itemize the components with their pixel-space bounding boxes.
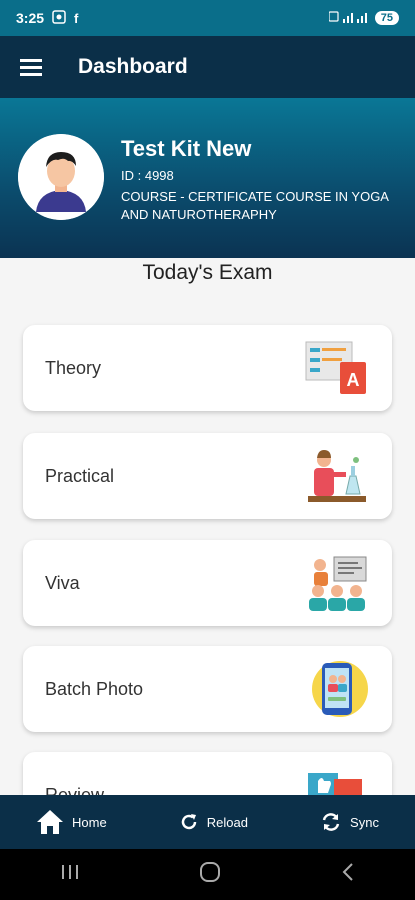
- status-time: 3:25: [16, 10, 45, 26]
- profile-header: Test Kit New ID : 4998 COURSE - CERTIFIC…: [0, 98, 415, 258]
- home-label: Home: [72, 814, 107, 830]
- app-bar: Dashboard: [0, 36, 415, 98]
- reload-icon: [181, 814, 197, 830]
- batch-photo-icon: [302, 656, 372, 722]
- bottom-nav: Home Reload Sync: [0, 795, 415, 849]
- card-label: Batch Photo: [45, 678, 144, 699]
- status-bar: 3:25 f 75: [0, 0, 415, 36]
- screenshot-icon: [52, 9, 66, 27]
- sync-label: Sync: [350, 814, 379, 830]
- reload-nav-button[interactable]: Reload: [179, 812, 248, 832]
- sync-nav-button[interactable]: Sync: [320, 811, 379, 833]
- system-nav-bar: [0, 849, 415, 900]
- card-label: Practical: [45, 465, 115, 486]
- status-right: 75: [328, 10, 399, 27]
- recent-apps-button[interactable]: [60, 863, 80, 886]
- profile-name: Test Kit New: [121, 136, 252, 161]
- recent-apps-icon: [61, 865, 78, 879]
- menu-button[interactable]: [0, 36, 62, 98]
- viva-icon: [302, 550, 372, 616]
- circle-home-icon: [199, 862, 220, 882]
- page-title: Dashboard: [78, 55, 188, 78]
- user-avatar-icon: [18, 134, 104, 220]
- back-arrow-icon: [342, 863, 353, 881]
- sync-icon: [322, 813, 340, 831]
- back-button[interactable]: [340, 862, 356, 887]
- profile-id: ID : 4998: [121, 168, 174, 183]
- home-system-button[interactable]: [199, 861, 221, 888]
- home-nav-button[interactable]: Home: [36, 809, 107, 835]
- batch-photo-card[interactable]: Batch Photo: [23, 646, 392, 732]
- theory-card[interactable]: Theory A: [23, 325, 392, 411]
- practical-card[interactable]: Practical: [23, 433, 392, 519]
- signal-icon: [328, 10, 369, 27]
- status-left: 3:25 f: [16, 9, 79, 27]
- theory-icon: A: [302, 335, 372, 401]
- practical-icon: [302, 443, 372, 509]
- card-label: Viva: [45, 572, 80, 593]
- facebook-icon: f: [74, 10, 79, 26]
- reload-label: Reload: [206, 814, 248, 830]
- viva-card[interactable]: Viva: [23, 540, 392, 626]
- section-title: Today's Exam: [142, 261, 273, 284]
- card-label: Theory: [45, 357, 102, 378]
- avatar: [18, 134, 104, 220]
- home-icon: [37, 810, 64, 834]
- battery-indicator: 75: [374, 11, 399, 25]
- hamburger-icon: [20, 59, 42, 76]
- profile-course: COURSE - CERTIFICATE COURSE IN YOGA AND …: [121, 189, 389, 222]
- svg-text:A: A: [347, 370, 360, 390]
